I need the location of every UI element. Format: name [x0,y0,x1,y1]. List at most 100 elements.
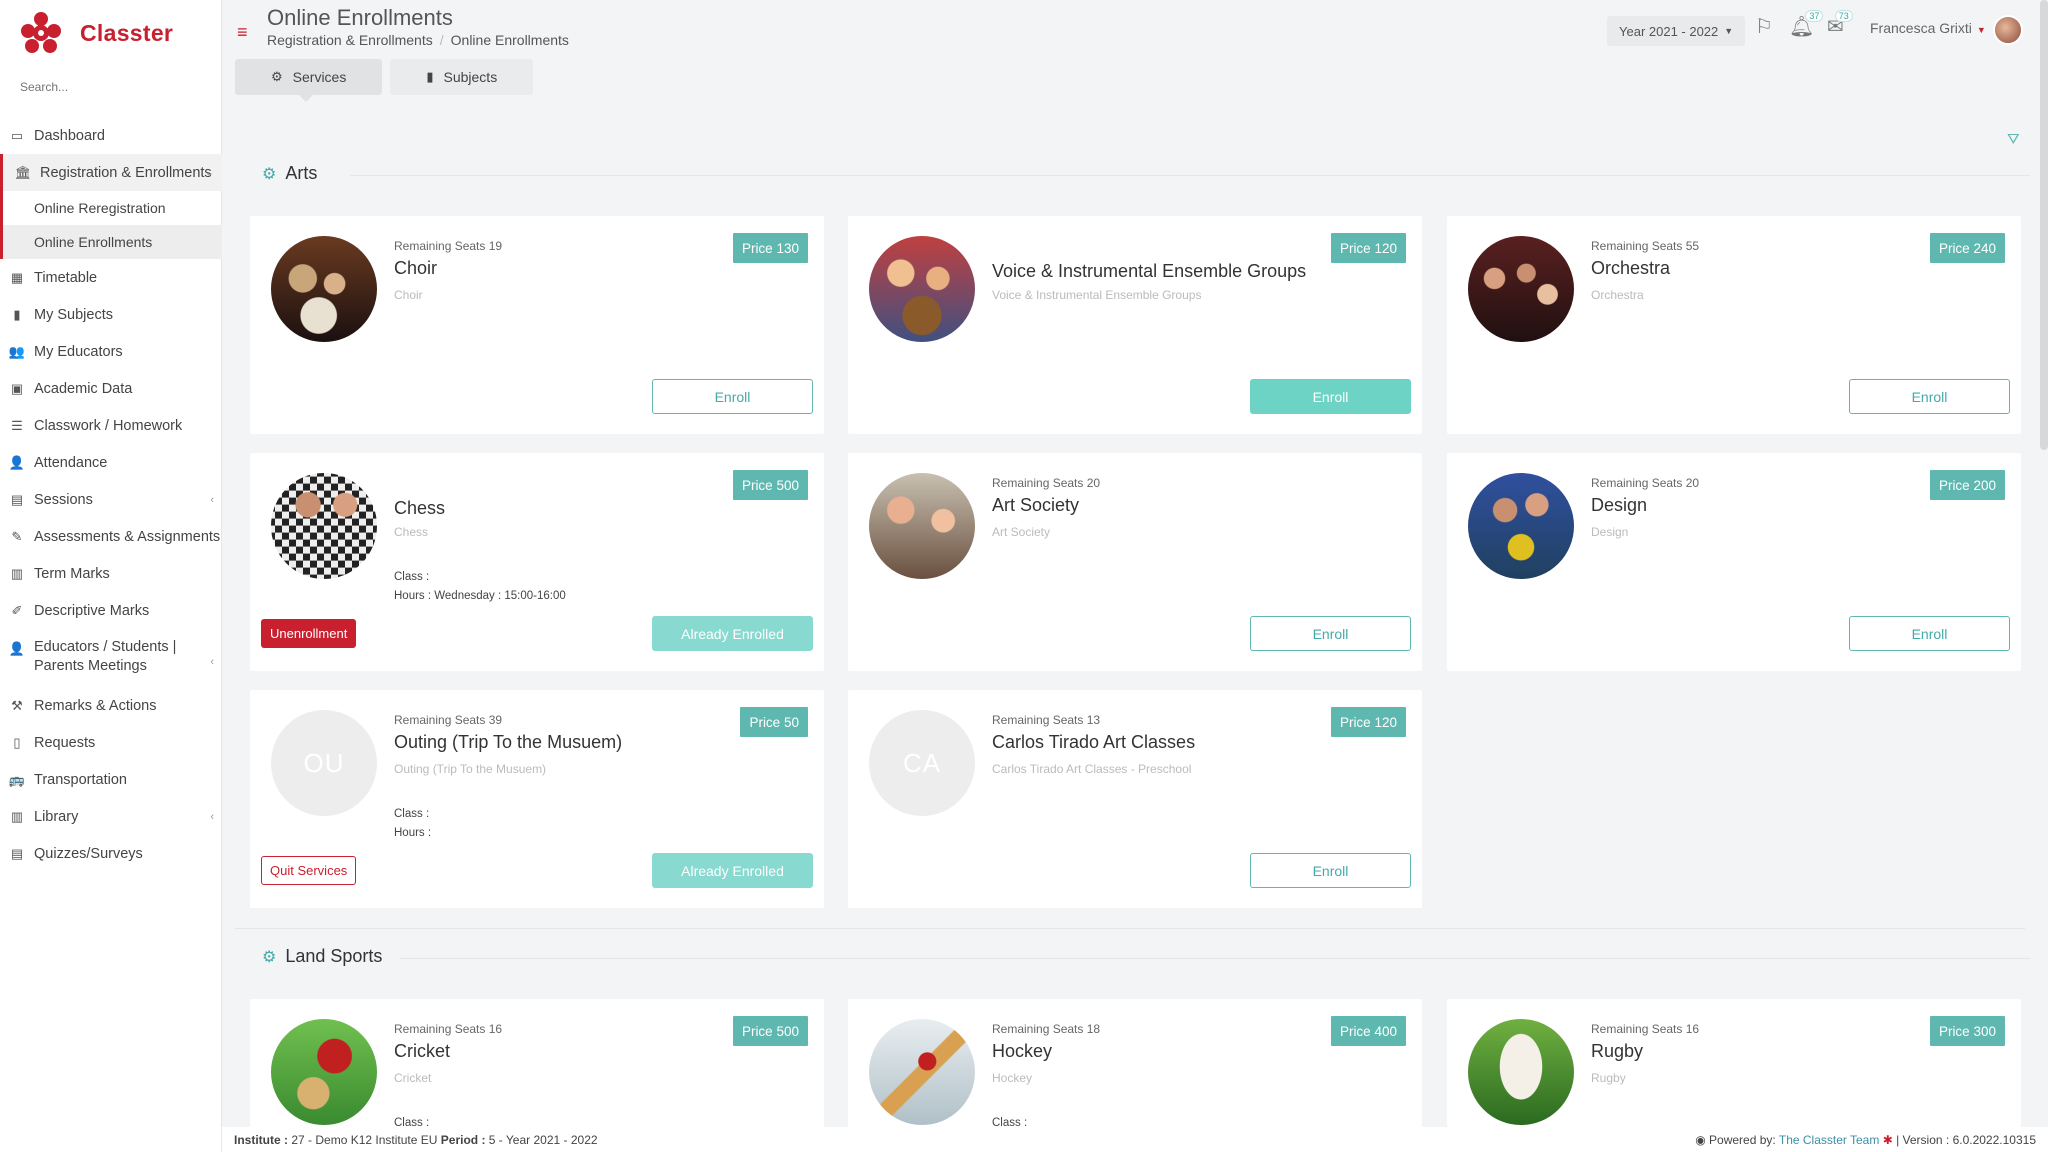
services-icon: ⚙ [271,69,283,84]
logo[interactable]: Classter [20,10,173,56]
enroll-button[interactable]: Enroll [1250,853,1411,888]
sidebar-item-timetable[interactable]: ▦ Timetable [0,259,222,296]
service-subtitle: Cricket [394,1071,432,1085]
tab-subjects[interactable]: ▮ Subjects [390,59,534,95]
presentation-icon: ▤ [10,491,24,507]
service-subtitle: Art Society [992,525,1051,539]
quit-services-button[interactable]: Quit Services [261,856,357,885]
year-selector[interactable]: Year 2021 - 2022 ▼ [1607,16,1746,46]
filter-icon[interactable]: ⛛ [2007,131,2020,148]
service-title: Rugby [1591,1041,1644,1061]
service-title: Art Society [992,495,1080,515]
sidebar-item-my-educators[interactable]: 👥 My Educators [0,333,222,370]
footer: Institute : 27 - Demo K12 Institute EU P… [222,1127,2048,1152]
sidebar-item-dashboard[interactable]: ▭ Dashboard [0,117,222,154]
enroll-button[interactable]: Enroll [1250,379,1411,414]
edit-icon: ✎ [11,528,23,544]
service-title: Hockey [992,1041,1053,1061]
service-image [1468,473,1574,579]
edit-square-icon: ✐ [11,602,23,618]
message-badge: 73 [1834,10,1853,22]
sidebar-item-assessments[interactable]: ✎ Assessments & Assignments [0,518,222,555]
sidebar-item-academic-data[interactable]: ▣ Academic Data [0,370,222,407]
price-badge: Price 200 [1929,470,2005,500]
scrollbar[interactable] [2040,0,2048,450]
sidebar-item-registration[interactable]: 🏛 Registration & Enrollments ⌄ [0,154,222,191]
enroll-button[interactable]: Enroll [1849,379,2010,414]
price-badge: Price 500 [732,470,808,500]
sidebar-item-quizzes[interactable]: ▤ Quizzes/Surveys [0,835,222,872]
monitor-icon: ▭ [10,127,24,143]
sidebar-item-descriptive-marks[interactable]: ✐ Descriptive Marks [0,592,222,629]
hamburger-icon[interactable]: ≡ [237,22,248,43]
remaining-seats: Remaining Seats 16 [1591,1022,1700,1036]
service-title: Design [1591,495,1648,515]
service-title: Chess [394,498,446,518]
book-icon: ▮ [13,306,21,322]
powered-by: ◉ Powered by: The Classter Team ✱ | Vers… [1695,1132,2036,1147]
hours-info: Hours : Wednesday : 15:00-16:00 [394,590,566,602]
sidebar-item-meetings[interactable]: 👤 Educators / Students | Parents Meetings… [0,629,222,687]
avatar[interactable] [1993,15,2023,45]
flag-icon[interactable]: ⚐ [1755,14,1773,39]
remaining-seats: Remaining Seats 16 [394,1022,503,1036]
library-icon: ▥ [10,808,24,824]
enroll-button[interactable]: Enroll [1250,616,1411,651]
sidebar: Classter ▭Dashboard 🏛Registration & Enro… [0,0,222,1152]
sidebar-item-sessions[interactable]: ▤ Sessions ‹ [0,481,222,518]
caret-down-icon: ▼ [1724,26,1734,36]
sidebar-item-requests[interactable]: ▯ Requests [0,724,222,761]
sidebar-item-library[interactable]: ▥ Library ‹ [0,798,222,835]
top-header: ≡ Online Enrollments Registration & Enro… [222,0,2048,56]
tab-services[interactable]: ⚙ Services [235,59,383,102]
divider [350,175,2030,176]
classter-team-link[interactable]: The Classter Team [1779,1133,1879,1147]
sidebar-item-remarks[interactable]: ⚒ Remarks & Actions [0,687,222,724]
section-title-land-sports: ⚙ Land Sports [262,946,383,966]
service-subtitle: Rugby [1591,1071,1626,1085]
service-subtitle: Outing (Trip To the Musuem) [394,762,547,776]
service-title: Voice & Instrumental Ensemble Groups [992,261,1307,281]
remaining-seats: Remaining Seats 18 [992,1022,1101,1036]
sidebar-item-classwork[interactable]: ☰ Classwork / Homework [0,407,222,444]
sidebar-menu: ▭ Dashboard 🏛 Registration & Enrollments ⌄ … [0,117,222,872]
sidebar-subitem-online-enrollments[interactable]: Online Enrollments [0,225,222,259]
service-image [271,473,377,579]
book-icon: ▮ [426,69,434,84]
service-subtitle: Voice & Instrumental Ensemble Groups [992,288,1202,302]
remaining-seats: Remaining Seats 20 [992,476,1101,490]
sidebar-item-attendance[interactable]: 👤 Attendance [0,444,222,481]
quiz-icon: ▤ [10,845,24,861]
enroll-button[interactable]: Enroll [652,379,813,414]
unenrollment-button[interactable]: Unenrollment [261,619,357,648]
chevron-left-icon: ‹ [210,810,214,823]
bell-icon[interactable]: 🔔︎ 37 [1789,10,1824,39]
price-badge: Price 50 [740,707,808,737]
search-input[interactable] [20,80,205,94]
enroll-button[interactable]: Enroll [1849,616,2010,651]
sidebar-item-transportation[interactable]: 🚌 Transportation [0,761,222,798]
service-subtitle: Hockey [992,1071,1033,1085]
print-icon: ▥ [10,565,24,581]
service-subtitle: Carlos Tirado Art Classes - Preschool [992,762,1192,776]
app-name: Classter [80,19,174,46]
service-image [869,236,975,342]
price-badge: Price 500 [732,1016,808,1046]
breadcrumb-item[interactable]: Registration & Enrollments [267,32,433,48]
already-enrolled-button[interactable]: Already Enrolled [652,616,813,651]
user-menu[interactable]: Francesca Grixti ▼ [1870,20,1986,36]
sidebar-item-term-marks[interactable]: ▥ Term Marks [0,555,222,592]
already-enrolled-button[interactable]: Already Enrolled [652,853,813,888]
service-image [869,473,975,579]
notification-badge: 37 [1805,10,1824,22]
service-card-hockey: Remaining Seats 18 Hockey Hockey Class :… [848,999,1422,1129]
envelope-icon[interactable]: ✉ 73 [1827,10,1853,39]
remaining-seats: Remaining Seats 20 [1591,476,1700,490]
sidebar-item-my-subjects[interactable]: ▮ My Subjects [0,296,222,333]
price-badge: Price 120 [1330,233,1406,263]
sidebar-subitem-reregistration[interactable]: Online Reregistration [0,191,222,225]
id-card-icon: ▣ [10,380,24,396]
class-info: Class : [394,808,430,820]
breadcrumb-item: Online Enrollments [450,32,569,48]
section-title-arts: ⚙ Arts [262,163,318,183]
